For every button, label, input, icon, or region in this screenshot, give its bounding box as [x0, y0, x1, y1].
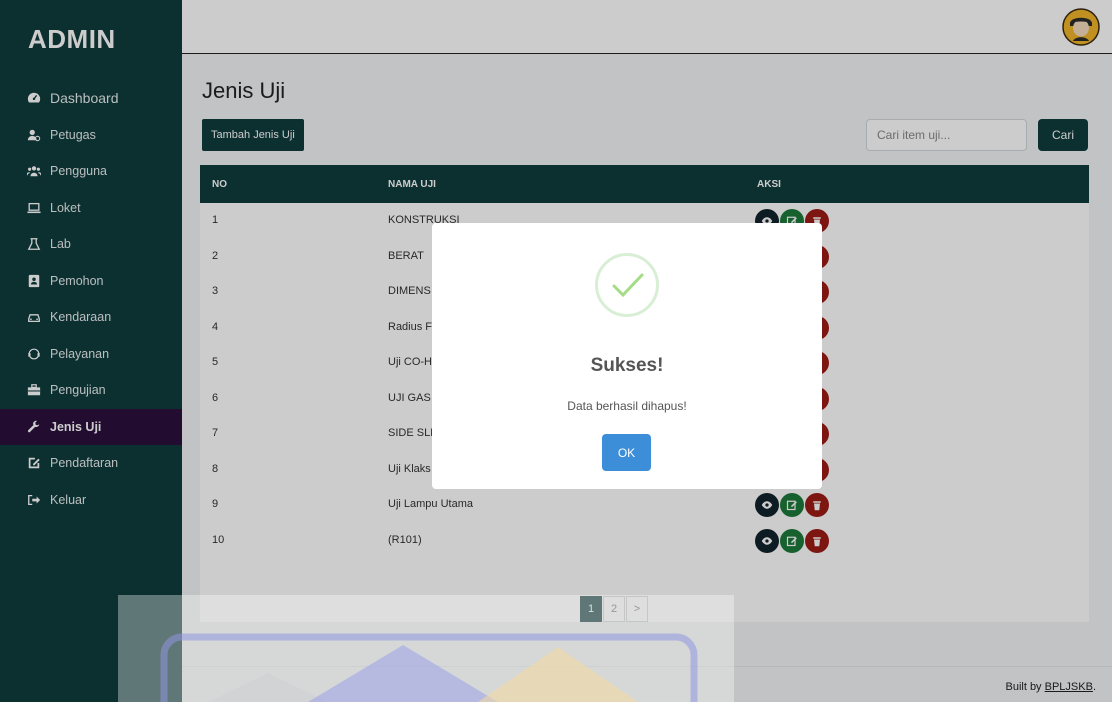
success-check-icon — [595, 253, 659, 317]
ok-button[interactable]: OK — [602, 434, 651, 471]
dialog-message: Data berhasil dihapus! — [567, 399, 687, 413]
dialog-title: Sukses! — [590, 355, 664, 376]
success-dialog: Sukses! Data berhasil dihapus! OK — [432, 223, 822, 489]
watermark-logo — [118, 595, 734, 702]
